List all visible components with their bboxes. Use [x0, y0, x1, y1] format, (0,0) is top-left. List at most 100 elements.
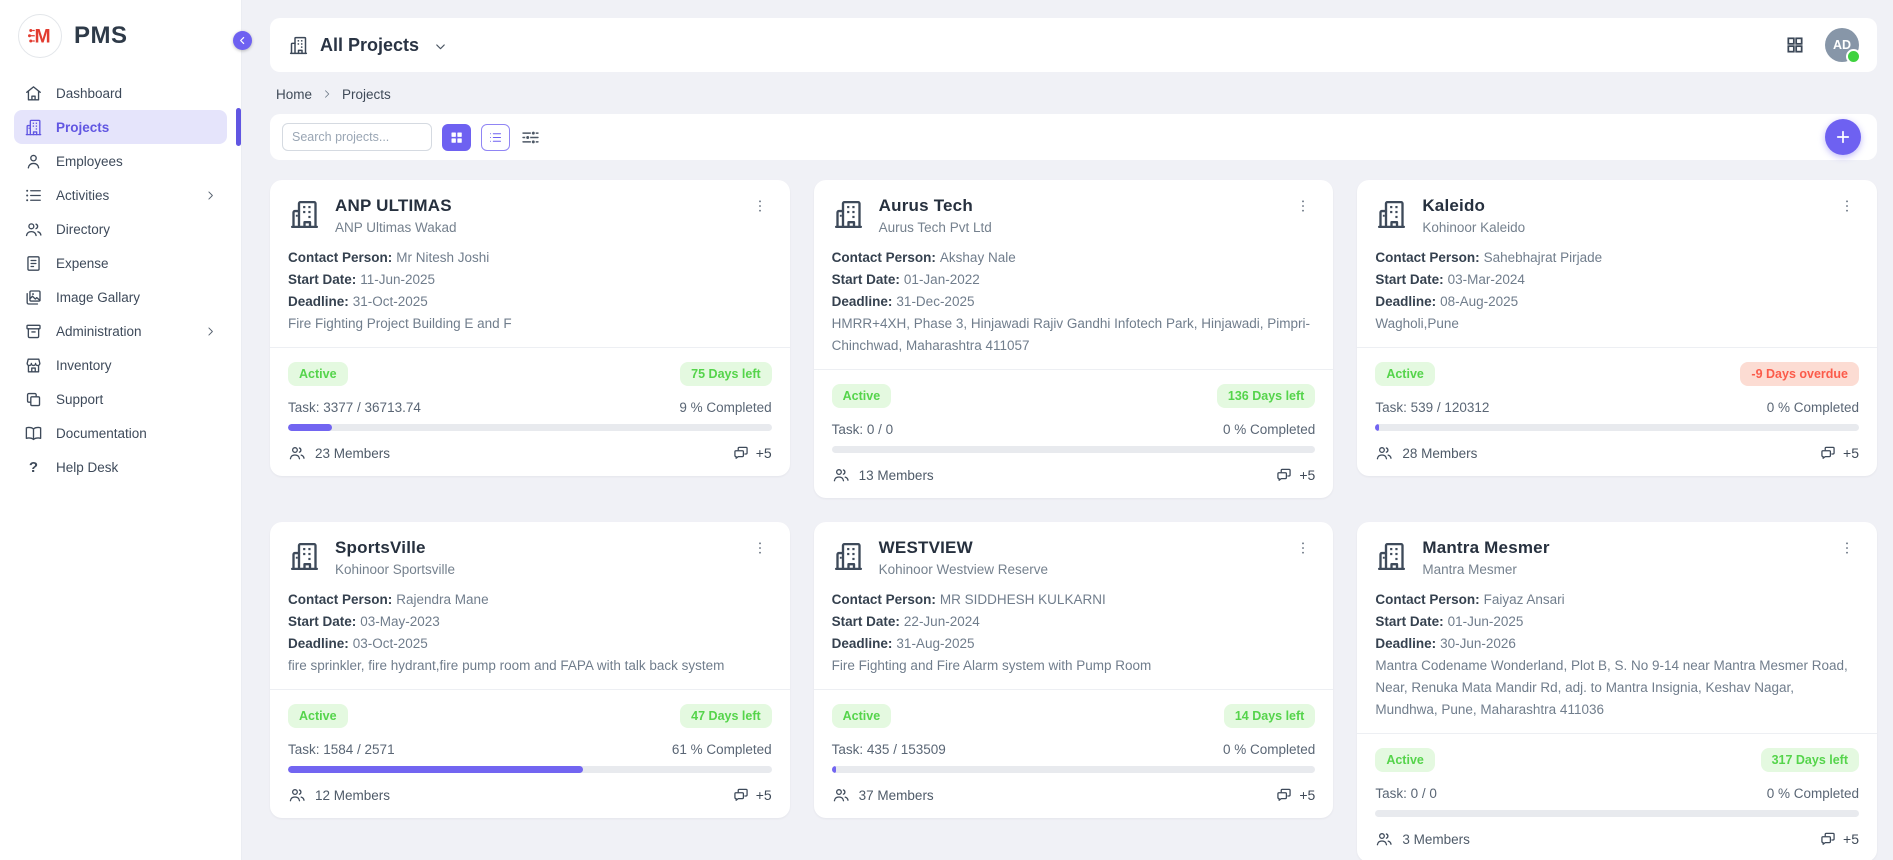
- breadcrumb-current: Projects: [342, 87, 391, 102]
- project-description: HMRR+4XH, Phase 3, Hinjawadi Rajiv Gandh…: [832, 313, 1316, 357]
- deadline-line: Deadline:30-Jun-2026: [1375, 633, 1859, 655]
- comments-count[interactable]: +5: [1819, 444, 1859, 462]
- chat-icon: [732, 786, 750, 804]
- building-icon: [1375, 198, 1408, 231]
- app-name: PMS: [74, 22, 128, 50]
- comments-count[interactable]: +5: [1275, 466, 1315, 484]
- contact-person-line: Contact Person:Faiyaz Ansari: [1375, 589, 1859, 611]
- members-count: 3 Members: [1375, 830, 1470, 848]
- project-scope-dropdown[interactable]: All Projects: [288, 35, 448, 56]
- user-avatar[interactable]: AD: [1825, 28, 1859, 62]
- task-count: Task: 539 / 120312: [1375, 400, 1489, 415]
- card-menu-button[interactable]: [1835, 196, 1859, 216]
- list-view-icon: [488, 130, 503, 145]
- project-subtitle: Kohinoor Sportsville: [335, 562, 455, 577]
- days-overdue-badge: -9 Days overdue: [1740, 362, 1859, 386]
- chat-icon: [1819, 830, 1837, 848]
- sidebar-item-administration[interactable]: Administration: [14, 314, 227, 348]
- card-menu-button[interactable]: [1835, 538, 1859, 558]
- deadline-line: Deadline:08-Aug-2025: [1375, 291, 1859, 313]
- chat-icon: [1275, 786, 1293, 804]
- project-card-mantra-mesmer[interactable]: Mantra Mesmer Mantra Mesmer Contact Pers…: [1357, 522, 1877, 860]
- sidebar-item-inventory[interactable]: Inventory: [14, 348, 227, 382]
- search-input[interactable]: [282, 123, 432, 151]
- apps-grid-button[interactable]: [1785, 35, 1805, 55]
- building-icon: [832, 540, 865, 573]
- start-date-line: Start Date:22-Jun-2024: [832, 611, 1316, 633]
- sliders-icon: [520, 127, 541, 148]
- card-menu-button[interactable]: [748, 196, 772, 216]
- days-left-badge: 14 Days left: [1224, 704, 1315, 728]
- sidebar-item-projects[interactable]: Projects: [14, 110, 227, 144]
- progress-fill: [288, 766, 583, 773]
- add-project-button[interactable]: [1825, 119, 1861, 155]
- project-description: fire sprinkler, fire hydrant,fire pump r…: [288, 655, 772, 677]
- grid-view-icon: [449, 130, 464, 145]
- page-header: All Projects AD: [270, 18, 1877, 72]
- project-card-westview[interactable]: WESTVIEW Kohinoor Westview Reserve Conta…: [814, 522, 1334, 818]
- project-card-aurus-tech[interactable]: Aurus Tech Aurus Tech Pvt Ltd Contact Pe…: [814, 180, 1334, 498]
- project-card-kaleido[interactable]: Kaleido Kohinoor Kaleido Contact Person:…: [1357, 180, 1877, 476]
- completed-percent: 0 % Completed: [1223, 422, 1315, 437]
- comments-count[interactable]: +5: [732, 444, 772, 462]
- people-icon: [24, 220, 43, 239]
- sidebar-item-activities[interactable]: Activities: [14, 178, 227, 212]
- sidebar-item-employees[interactable]: Employees: [14, 144, 227, 178]
- project-subtitle: Kohinoor Westview Reserve: [879, 562, 1048, 577]
- days-left-badge: 136 Days left: [1217, 384, 1315, 408]
- progress-fill: [832, 766, 836, 773]
- days-left-badge: 47 Days left: [680, 704, 771, 728]
- list-icon: [24, 186, 43, 205]
- kebab-icon: [1295, 540, 1311, 556]
- gallery-icon: [24, 288, 43, 307]
- sidebar-item-help-desk[interactable]: ? Help Desk: [14, 450, 227, 484]
- building-icon: [288, 198, 321, 231]
- book-icon: [24, 424, 43, 443]
- logo-mark-icon: M: [18, 14, 62, 58]
- card-menu-button[interactable]: [1291, 196, 1315, 216]
- progress-bar: [832, 766, 1316, 773]
- breadcrumb-home[interactable]: Home: [276, 87, 312, 102]
- comments-count[interactable]: +5: [1275, 786, 1315, 804]
- help-icon: ?: [24, 458, 43, 477]
- progress-fill: [288, 424, 332, 431]
- list-view-button[interactable]: [481, 124, 510, 151]
- completed-percent: 9 % Completed: [679, 400, 771, 415]
- task-count: Task: 0 / 0: [1375, 786, 1437, 801]
- comments-count[interactable]: +5: [732, 786, 772, 804]
- sidebar-item-image-gallery[interactable]: Image Gallary: [14, 280, 227, 314]
- members-count: 28 Members: [1375, 444, 1477, 462]
- chat-icon: [1819, 444, 1837, 462]
- sidebar-item-documentation[interactable]: Documentation: [14, 416, 227, 450]
- divider: [814, 689, 1334, 690]
- grid-view-button[interactable]: [442, 124, 471, 151]
- project-description: Fire Fighting and Fire Alarm system with…: [832, 655, 1316, 677]
- sidebar-collapse-button[interactable]: [233, 31, 252, 50]
- sidebar-item-directory[interactable]: Directory: [14, 212, 227, 246]
- sidebar-item-dashboard[interactable]: Dashboard: [14, 76, 227, 110]
- app-logo[interactable]: M PMS: [0, 0, 241, 68]
- contact-person-line: Contact Person:Mr Nitesh Joshi: [288, 247, 772, 269]
- comments-count[interactable]: +5: [1819, 830, 1859, 848]
- sidebar-item-expense[interactable]: Expense: [14, 246, 227, 280]
- sidebar-item-support[interactable]: Support: [14, 382, 227, 416]
- project-subtitle: Kohinoor Kaleido: [1422, 220, 1525, 235]
- progress-bar: [1375, 424, 1859, 431]
- chevron-left-icon: [237, 35, 248, 46]
- project-title: Mantra Mesmer: [1422, 538, 1549, 558]
- start-date-line: Start Date:03-Mar-2024: [1375, 269, 1859, 291]
- project-title: WESTVIEW: [879, 538, 1048, 558]
- card-menu-button[interactable]: [1291, 538, 1315, 558]
- chevron-right-icon: [204, 325, 217, 338]
- progress-bar: [832, 446, 1316, 453]
- project-subtitle: Mantra Mesmer: [1422, 562, 1549, 577]
- chat-icon: [1275, 466, 1293, 484]
- breadcrumb: Home Projects: [276, 84, 1877, 104]
- task-count: Task: 0 / 0: [832, 422, 894, 437]
- card-menu-button[interactable]: [748, 538, 772, 558]
- project-card-sportsville[interactable]: SportsVille Kohinoor Sportsville Contact…: [270, 522, 790, 818]
- project-card-anp-ultimas[interactable]: ANP ULTIMAS ANP Ultimas Wakad Contact Pe…: [270, 180, 790, 476]
- status-badge: Active: [832, 704, 892, 728]
- kebab-icon: [1839, 540, 1855, 556]
- filter-button[interactable]: [520, 127, 541, 148]
